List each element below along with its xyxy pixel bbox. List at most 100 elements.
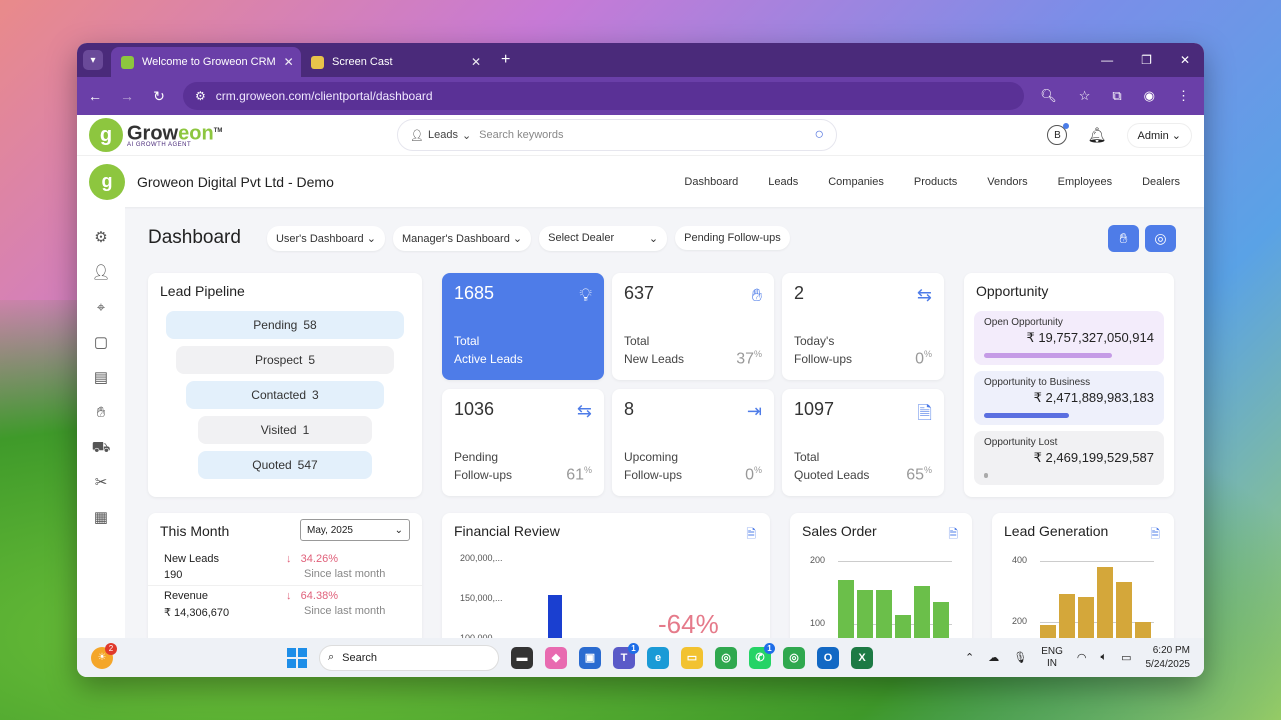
opportunity-lost[interactable]: Opportunity Lost ₹ 2,469,199,529,587	[974, 431, 1164, 485]
whatsapp-app-icon[interactable]: ✆ 1	[749, 642, 775, 669]
chart-bar[interactable]	[857, 589, 873, 638]
user-money-icon[interactable]: 👤︎	[91, 264, 110, 282]
pipeline-stage-visited[interactable]: Visited 1	[198, 416, 372, 444]
taskbar-search[interactable]: ⌕ Search	[319, 644, 499, 671]
users-dashboard-dropdown[interactable]: User's Dashboard ⌄	[266, 225, 385, 251]
chart-bar[interactable]	[895, 614, 911, 638]
outlook-app-icon[interactable]: O	[817, 646, 839, 669]
admin-menu[interactable]: Admin ⌄	[1126, 122, 1192, 148]
month-select[interactable]: May, 2025 ⌄	[300, 519, 410, 541]
document-money-icon[interactable]: 🗎︎	[948, 525, 958, 546]
chart-bar[interactable]	[876, 589, 892, 638]
chart-bar[interactable]	[933, 602, 949, 638]
menu-products[interactable]: Products	[914, 176, 957, 188]
chart-bar[interactable]	[1040, 624, 1056, 638]
chart-bar[interactable]	[1097, 567, 1113, 638]
more-menu-icon[interactable]: ⋮	[1177, 88, 1190, 104]
back-icon[interactable]: ←	[87, 88, 103, 104]
zoom-icon[interactable]: 🔍︎	[1040, 88, 1057, 104]
b-notification-icon[interactable]: B	[1047, 123, 1070, 145]
document-money-icon[interactable]: 🗎︎	[746, 525, 756, 546]
url-field[interactable]: ⚙ crm.groweon.com/clientportal/dashboard	[183, 82, 1025, 110]
managers-dashboard-dropdown[interactable]: Manager's Dashboard ⌄	[392, 225, 532, 251]
edge-app-icon[interactable]: e	[647, 646, 669, 669]
menu-companies[interactable]: Companies	[828, 176, 884, 188]
chart-bar[interactable]	[838, 580, 854, 638]
chart-bar[interactable]	[1116, 582, 1132, 638]
stat-total-quoted-leads[interactable]: 1097 🗎︎ Total Quoted Leads 65%	[782, 389, 944, 496]
profile-icon[interactable]: ◉	[1144, 88, 1155, 104]
new-tab-icon[interactable]: +	[501, 51, 510, 69]
location-pin-icon[interactable]: ⌖	[97, 299, 105, 317]
terminal-app-icon[interactable]: ▬	[511, 646, 533, 669]
stat-total-active-leads[interactable]: 1685 💡︎ Total Active Leads	[442, 273, 604, 380]
tab-groweon[interactable]: Welcome to Groweon CRM ✕	[111, 47, 301, 77]
copilot-app-icon[interactable]: ◆	[545, 646, 567, 669]
restore-icon[interactable]: ❐	[1141, 53, 1152, 67]
clock[interactable]: 6:20 PM 5/24/2025	[1146, 644, 1191, 672]
microphone-icon[interactable]: 🎙︎	[1013, 651, 1027, 664]
chevron-up-icon[interactable]: ⌃	[965, 651, 974, 664]
dealer-select[interactable]: Select Dealer ⌄	[539, 225, 668, 251]
wifi-icon[interactable]: ◠	[1077, 651, 1087, 664]
chart-bar[interactable]	[1135, 621, 1151, 638]
tab-screen-cast[interactable]: Screen Cast ✕	[301, 47, 491, 77]
reload-icon[interactable]: ↻	[151, 88, 167, 105]
search-entity-select[interactable]: 👤︎ Leads ⌄	[410, 129, 471, 142]
close-window-icon[interactable]: ✕	[1180, 53, 1190, 67]
chart-bar[interactable]	[548, 595, 562, 638]
language-indicator[interactable]: ENG IN	[1041, 646, 1063, 670]
cloud-icon[interactable]: ☁	[988, 651, 999, 664]
chrome-app-icon[interactable]: ◎	[715, 646, 737, 669]
stat-pending-followups[interactable]: 1036 ⇆ Pending Follow-ups 61%	[442, 389, 604, 496]
windows-start-icon[interactable]	[287, 647, 307, 668]
stat-total-new-leads[interactable]: 637 ✋︎ Total New Leads 37%	[612, 273, 774, 380]
weather-widget-icon[interactable]: ☀ 2	[91, 642, 117, 669]
pipeline-stage-contacted[interactable]: Contacted 3	[186, 381, 384, 409]
stat-upcoming-followups[interactable]: 8 ⇥ Upcoming Follow-ups 0%	[612, 389, 774, 496]
tab-search-icon[interactable]: ▾	[83, 50, 103, 70]
hand-money-icon[interactable]: ✋︎	[97, 404, 106, 422]
document-money-icon[interactable]: 🗎︎	[1150, 525, 1160, 546]
clipboard-icon[interactable]: ▤	[94, 369, 108, 387]
stat-todays-followups[interactable]: 2 ⇆ Today's Follow-ups 0%	[782, 273, 944, 380]
file-explorer-icon[interactable]: ▭	[681, 646, 703, 669]
open-opportunity[interactable]: Open Opportunity ₹ 19,757,327,050,914	[974, 311, 1164, 365]
opportunity-to-business[interactable]: Opportunity to Business ₹ 2,471,889,983,…	[974, 371, 1164, 425]
extensions-icon[interactable]: ⧉	[1112, 88, 1121, 104]
teams-app-icon[interactable]: T1	[613, 642, 639, 669]
tools-icon[interactable]: ✂	[95, 474, 108, 492]
settings-icon[interactable]: ⚙	[94, 229, 107, 247]
pipeline-stage-quoted[interactable]: Quoted 547	[198, 451, 372, 479]
chrome-profile-app-icon[interactable]: ◎	[783, 646, 805, 669]
volume-icon[interactable]: 🔈︎	[1100, 651, 1107, 664]
pipeline-stage-pending[interactable]: Pending 58	[166, 311, 404, 339]
groweon-logo[interactable]: g GroweonTM AI GROWTH AGENT	[89, 118, 222, 152]
excel-app-icon[interactable]: X	[851, 646, 873, 669]
battery-icon[interactable]: ▭	[1121, 651, 1131, 664]
chart-bar[interactable]	[1078, 597, 1094, 638]
pipeline-stage-prospect[interactable]: Prospect 5	[176, 346, 394, 374]
refresh-target-button-icon[interactable]: ◎	[1145, 224, 1176, 252]
bell-icon[interactable]: 🔔︎	[1087, 126, 1106, 144]
menu-dashboard[interactable]: Dashboard	[684, 176, 738, 188]
menu-dealers[interactable]: Dealers	[1142, 176, 1180, 188]
minimize-icon[interactable]: —	[1101, 53, 1113, 67]
close-tab-icon[interactable]: ✕	[284, 55, 294, 69]
search-input[interactable]: Search keywords	[479, 129, 806, 141]
chart-bar[interactable]	[914, 586, 930, 638]
menu-employees[interactable]: Employees	[1058, 176, 1112, 188]
menu-leads[interactable]: Leads	[768, 176, 798, 188]
hand-coin-button-icon[interactable]: ✋︎	[1108, 224, 1139, 252]
chart-bar[interactable]	[1059, 594, 1075, 638]
truck-icon[interactable]: ⛟	[92, 439, 111, 457]
bookmark-star-icon[interactable]: ☆	[1079, 88, 1091, 104]
search-icon[interactable]: ○	[814, 126, 824, 144]
inventory-icon[interactable]: ▦	[94, 509, 108, 527]
store-app-icon[interactable]: ▣	[579, 646, 601, 669]
site-info-icon[interactable]: ⚙	[195, 89, 206, 103]
close-tab-icon[interactable]: ✕	[471, 55, 481, 69]
menu-vendors[interactable]: Vendors	[987, 176, 1027, 188]
forward-icon[interactable]: →	[119, 88, 135, 104]
box-icon[interactable]: ▢	[94, 334, 108, 352]
